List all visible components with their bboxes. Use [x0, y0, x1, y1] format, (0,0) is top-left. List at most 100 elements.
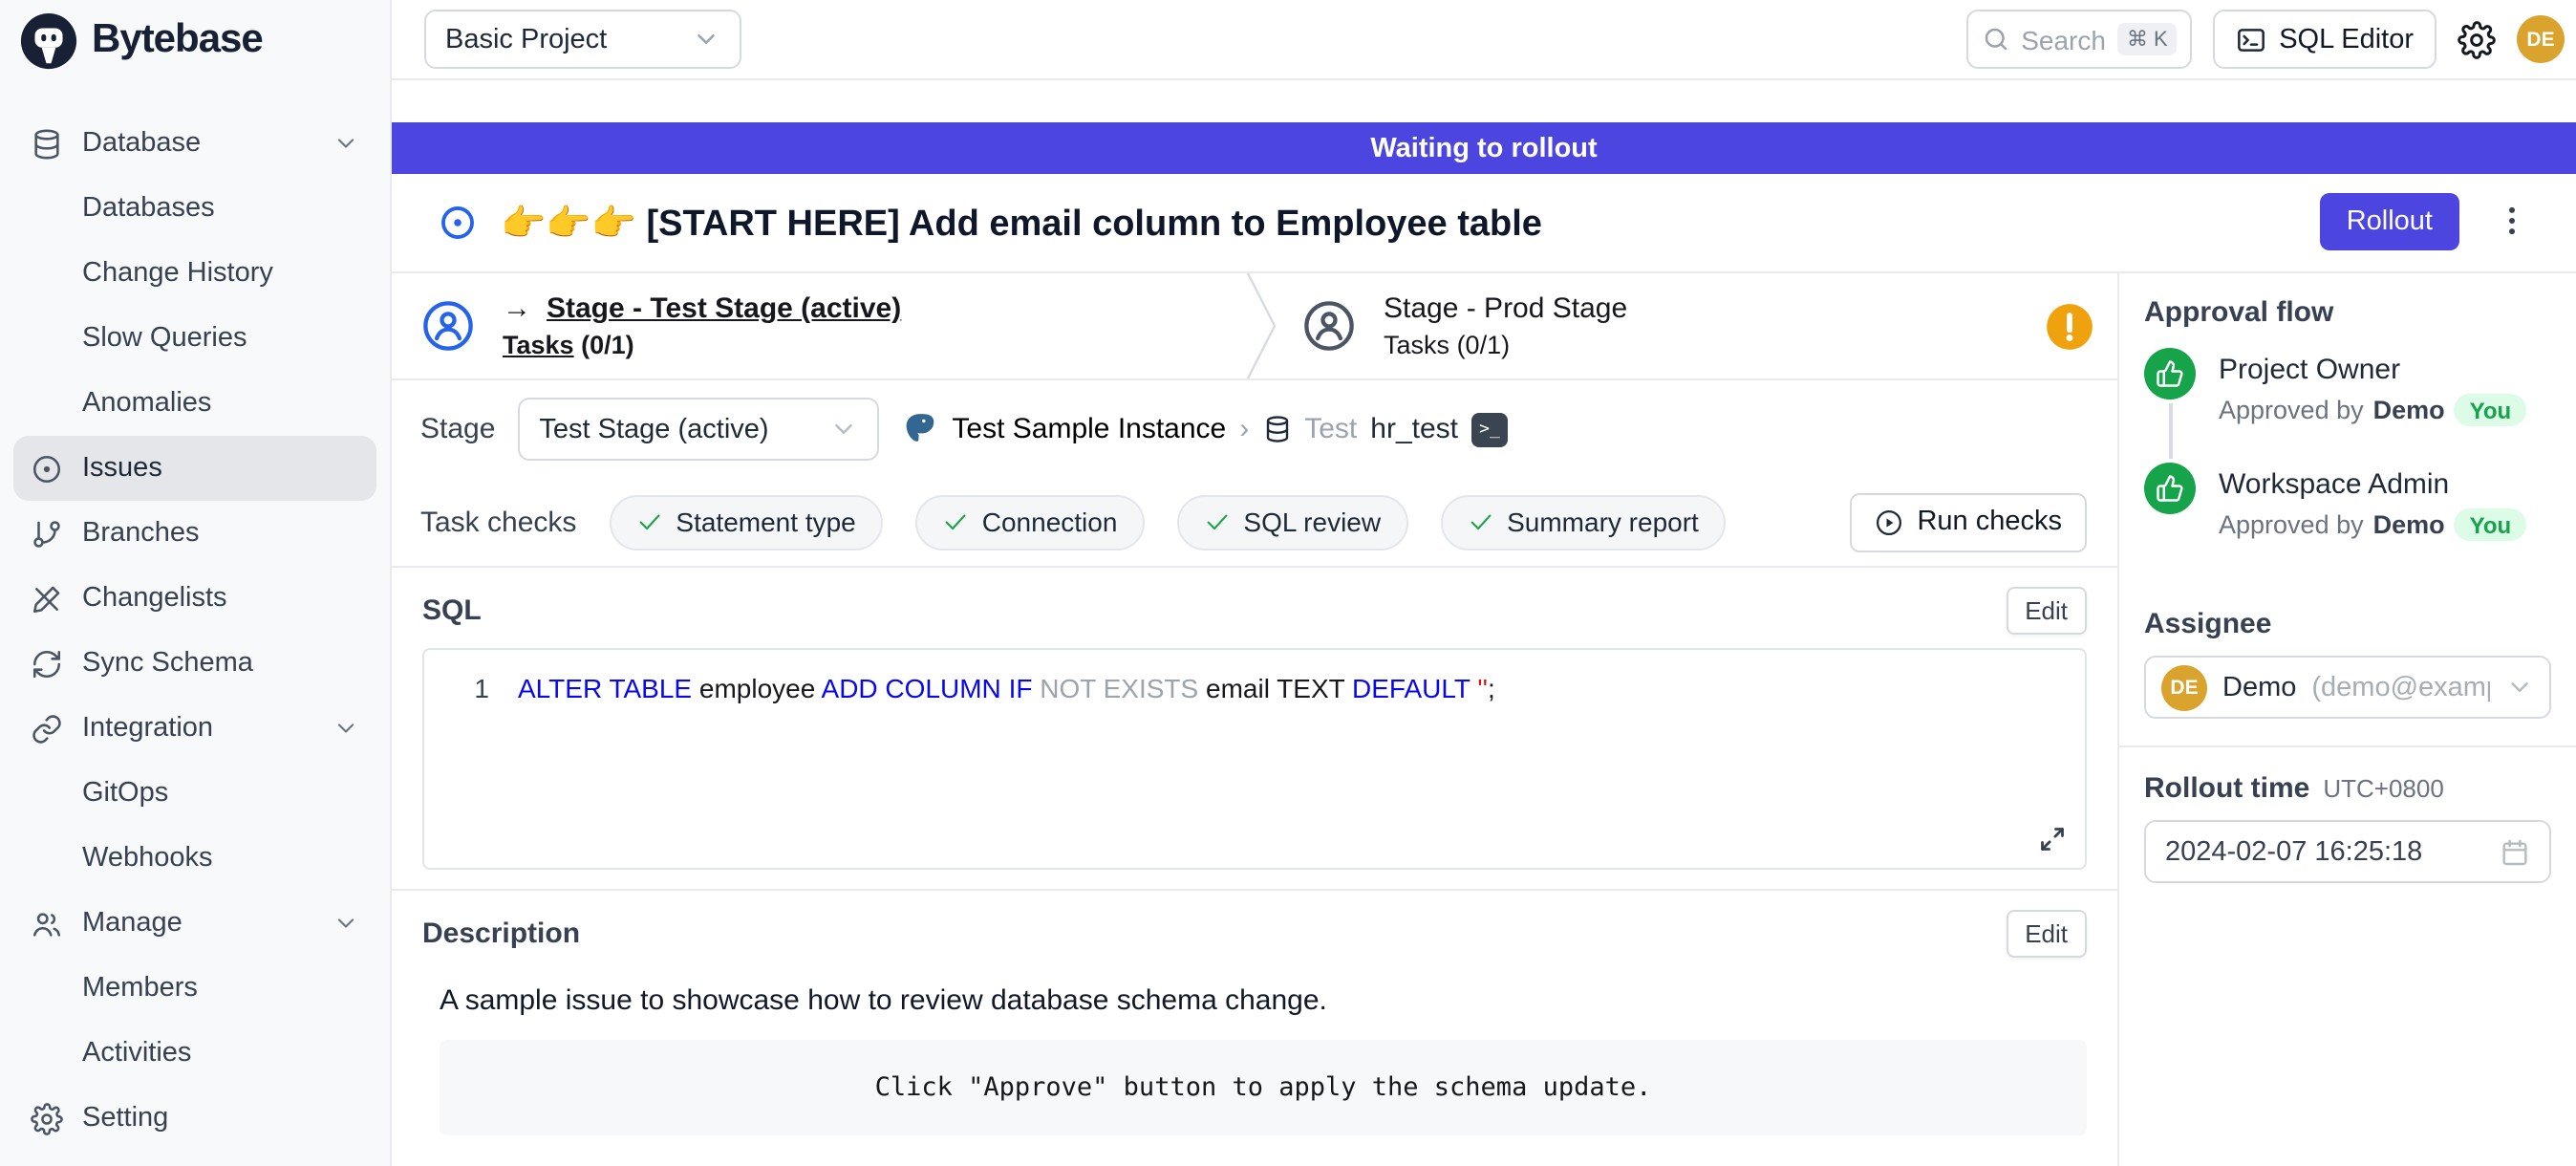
project-select-value: Basic Project — [445, 24, 607, 54]
sidebar-nav: Database Databases Change History Slow Quer… — [0, 80, 390, 1151]
expand-icon[interactable] — [2039, 826, 2066, 853]
task-check-pills: Statement type Connection SQL review Summar… — [609, 494, 1725, 550]
database-name[interactable]: hr_test — [1370, 413, 1458, 445]
user-avatar[interactable]: DE — [2517, 15, 2565, 63]
sidebar-item-label: Manage — [82, 908, 182, 939]
stage-test-name[interactable]: Stage - Test Stage (active) — [547, 292, 901, 325]
you-badge: You — [2455, 508, 2527, 541]
current-stage-arrow: → — [503, 292, 531, 325]
check-pill-label: SQL review — [1243, 507, 1381, 537]
sidebar-item-setting[interactable]: Setting — [13, 1086, 376, 1151]
approval-status: Approved byDemoYou — [2219, 508, 2526, 541]
approval-step-workspace-admin: Workspace AdminApproved byDemoYou — [2144, 463, 2551, 577]
sidebar-item-manage[interactable]: Manage — [13, 891, 376, 956]
sidebar-item-label: Integration — [82, 713, 213, 744]
sidebar-item-anomalies[interactable]: Anomalies — [13, 371, 376, 436]
sidebar-item-slow-queries[interactable]: Slow Queries — [13, 306, 376, 371]
stage-selector-label: Stage — [420, 413, 495, 445]
sidebar-item-sync-schema[interactable]: Sync Schema — [13, 631, 376, 696]
sidebar-item-change-history[interactable]: Change History — [13, 241, 376, 306]
stage-card-prod[interactable]: Stage - Prod Stage Tasks (0/1) — [1277, 273, 2117, 378]
rollout-time-header: Rollout time UTC+0800 — [2144, 772, 2551, 805]
settings-gear-icon[interactable] — [2458, 20, 2496, 58]
description-section: Description Edit A sample issue to showc… — [392, 889, 2117, 1135]
check-pill-summary-report[interactable]: Summary report — [1440, 494, 1726, 550]
sidebar: Bytebase Database Databases Change History… — [0, 0, 392, 1166]
check-passed-icon — [942, 508, 969, 535]
database-icon — [1262, 415, 1291, 443]
check-pill-statement-type[interactable]: Statement type — [609, 494, 882, 550]
sidebar-item-database[interactable]: Database — [13, 111, 376, 176]
instance-name[interactable]: Test Sample Instance — [952, 413, 1226, 445]
check-pill-label: Statement type — [676, 507, 855, 537]
assignee-select[interactable]: DE Demo (demo@example — [2144, 656, 2551, 719]
project-select[interactable]: Basic Project — [424, 10, 741, 69]
sql-statement: ALTER TABLE employee ADD COLUMN IF NOT E… — [518, 673, 1495, 703]
stage-select[interactable]: Test Stage (active) — [518, 398, 879, 461]
stage-person-icon — [422, 300, 474, 352]
approval-step-project-owner: Project OwnerApproved byDemoYou — [2144, 348, 2551, 463]
stage-prod-tasks-label: Tasks — [1384, 331, 1449, 359]
issue-title: 👉👉👉 [START HERE] Add email column to Emp… — [501, 200, 1542, 246]
sidebar-item-label: Webhooks — [82, 843, 213, 874]
panel-divider — [2119, 745, 2576, 747]
sidebar-item-branches[interactable]: Branches — [13, 501, 376, 566]
sidebar-item-issues[interactable]: Issues — [13, 436, 376, 501]
check-passed-icon — [635, 508, 662, 535]
approval-flow-title: Approval flow — [2144, 296, 2551, 329]
sidebar-item-activities[interactable]: Activities — [13, 1021, 376, 1086]
stage-test-labels: → Stage - Test Stage (active) Tasks (0/1… — [503, 292, 901, 359]
stage-test-tasks-count: (0/1) — [581, 331, 634, 359]
postgresql-icon — [902, 411, 938, 447]
sidebar-item-gitops[interactable]: GitOps — [13, 761, 376, 826]
sidebar-item-label: Databases — [82, 193, 215, 224]
sidebar-item-members[interactable]: Members — [13, 956, 376, 1021]
check-passed-icon — [1467, 508, 1493, 535]
bytebase-logo-icon — [19, 11, 78, 70]
stage-prod-name: Stage - Prod Stage — [1384, 292, 1627, 325]
rollout-button[interactable]: Rollout — [2320, 193, 2459, 250]
sidebar-item-label: Change History — [82, 258, 273, 289]
check-passed-icon — [1203, 508, 1230, 535]
sql-editor-readonly[interactable]: 1 ALTER TABLE employee ADD COLUMN IF NOT… — [422, 648, 2087, 870]
task-checks-label: Task checks — [420, 506, 576, 538]
check-pill-label: Connection — [982, 507, 1118, 537]
search-input[interactable]: Search ⌘ K — [1965, 10, 2191, 69]
sidebar-item-label: Members — [82, 973, 198, 1004]
sql-section-header: SQL Edit — [392, 585, 2117, 635]
rollout-time-input[interactable]: 2024-02-07 16:25:18 — [2144, 820, 2551, 883]
description-edit-button[interactable]: Edit — [2006, 909, 2087, 957]
sidebar-item-databases[interactable]: Databases — [13, 176, 376, 241]
sidebar-item-label: Sync Schema — [82, 648, 253, 679]
stage-person-icon — [1303, 300, 1355, 352]
run-checks-label: Run checks — [1917, 507, 2062, 537]
bytebase-logo[interactable]: Bytebase — [0, 0, 390, 80]
stage-select-value: Test Stage (active) — [539, 414, 768, 444]
sql-editor-button[interactable]: SQL Editor — [2212, 10, 2436, 69]
sidebar-item-webhooks[interactable]: Webhooks — [13, 826, 376, 891]
link-icon — [31, 712, 63, 745]
issue-sidebar: Approval flow Project OwnerApproved byDe… — [2117, 271, 2576, 1166]
check-pill-sql-review[interactable]: SQL review — [1176, 494, 1407, 550]
sql-edit-button[interactable]: Edit — [2006, 586, 2087, 634]
run-checks-button[interactable]: Run checks — [1850, 492, 2087, 551]
more-options-icon[interactable] — [2494, 203, 2530, 239]
sync-icon — [31, 647, 63, 680]
brand-name: Bytebase — [92, 17, 263, 63]
stage-pipeline: → Stage - Test Stage (active) Tasks (0/1… — [392, 271, 2117, 380]
stage-test-tasks-link[interactable]: Tasks — [503, 331, 574, 359]
sidebar-item-integration[interactable]: Integration — [13, 696, 376, 761]
sql-code-line: 1 ALTER TABLE employee ADD COLUMN IF NOT… — [424, 673, 2085, 703]
stage-prod-labels: Stage - Prod Stage Tasks (0/1) — [1384, 292, 1627, 359]
stage-card-test[interactable]: → Stage - Test Stage (active) Tasks (0/1… — [392, 273, 1246, 378]
sidebar-item-label: Slow Queries — [82, 323, 247, 354]
description-code-note: Click "Approve" button to apply the sche… — [440, 1040, 2087, 1135]
open-in-sql-editor-icon[interactable]: >_ — [1471, 412, 1508, 446]
task-checks-row: Task checks Statement type Connection SQL … — [392, 478, 2117, 568]
sidebar-item-changelists[interactable]: Changelists — [13, 566, 376, 631]
bytebase-app: Bytebase Database Databases Change History… — [0, 0, 2576, 1166]
search-shortcut-badge: ⌘ K — [2117, 23, 2178, 55]
approval-role: Project Owner — [2219, 348, 2526, 386]
calendar-icon[interactable] — [2500, 836, 2530, 867]
check-pill-connection[interactable]: Connection — [915, 494, 1145, 550]
